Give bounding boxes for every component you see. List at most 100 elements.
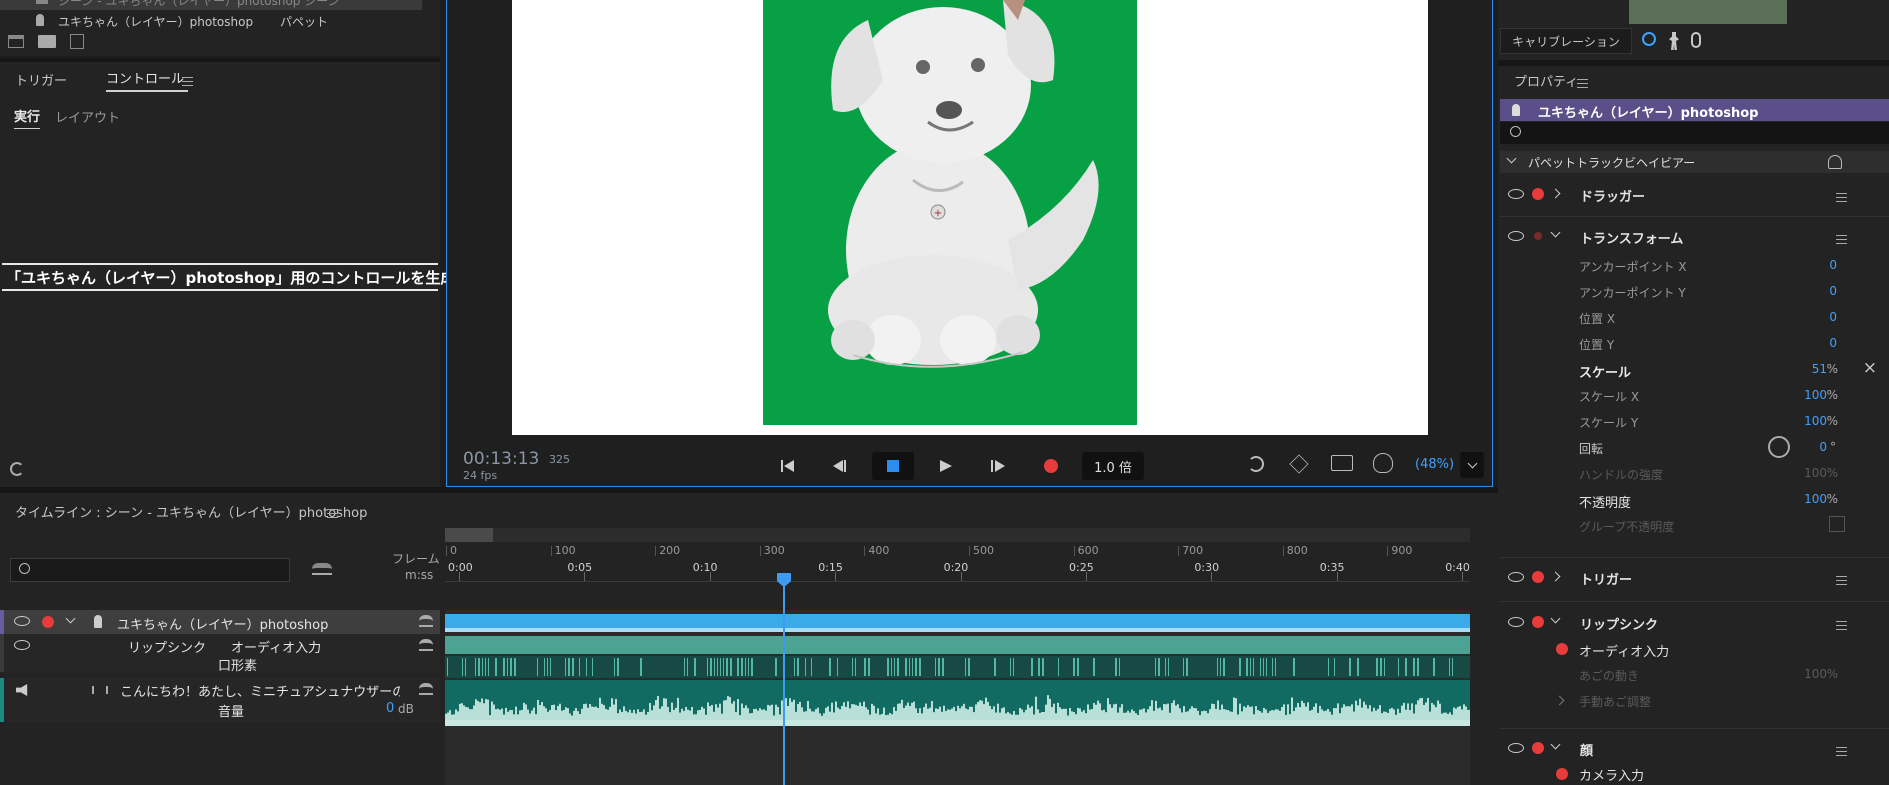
param-row[interactable]: アンカーポイント X 0 [1498, 254, 1889, 280]
subtab-run[interactable]: 実行 [14, 106, 41, 129]
volume-value[interactable]: 0 [386, 701, 394, 716]
eye-icon[interactable] [1508, 743, 1524, 753]
menu-icon[interactable] [182, 77, 193, 86]
record-arm-icon[interactable] [1532, 571, 1544, 583]
chevron-right-icon[interactable] [1550, 571, 1561, 582]
eye-icon[interactable] [1508, 189, 1524, 199]
chevron-down-icon[interactable] [1550, 739, 1561, 750]
solo-icon[interactable] [419, 683, 433, 695]
menu-icon[interactable] [1836, 235, 1847, 244]
rotation-dial-icon[interactable] [1768, 436, 1790, 458]
viseme-clip[interactable] [445, 656, 1470, 678]
chevron-right-icon[interactable] [1554, 695, 1565, 706]
chevron-right-icon[interactable] [1550, 188, 1561, 199]
tab-control[interactable]: コントロール [106, 68, 189, 92]
manual-jaw-row[interactable]: 手動あご調整 [1500, 689, 1889, 713]
record-button[interactable] [1031, 452, 1071, 480]
param-row[interactable]: 位置 Y 0 [1498, 332, 1889, 358]
behavior-lipsync[interactable]: リップシンク [1500, 607, 1889, 637]
microphone-icon[interactable] [1691, 32, 1701, 48]
menu-icon[interactable] [1836, 576, 1847, 585]
eye-icon[interactable] [1508, 572, 1524, 582]
tab-trigger[interactable]: トリガー [15, 70, 67, 89]
face-camera-input-row[interactable]: カメラ入力 [1500, 763, 1889, 785]
eye-icon[interactable] [14, 640, 30, 650]
eye-icon[interactable] [1508, 231, 1524, 241]
audio-waveform-clip[interactable] [445, 680, 1471, 726]
puppet-clip[interactable] [445, 614, 1470, 632]
menu-icon[interactable] [1836, 621, 1847, 630]
param-row[interactable]: アンカーポイント Y 0 [1498, 280, 1889, 306]
scroll-thumb[interactable] [445, 528, 493, 542]
playhead[interactable] [783, 573, 785, 785]
puppet-artwork[interactable]: + [763, 0, 1137, 425]
behavior-trigger[interactable]: トリガー [1500, 562, 1889, 592]
subtab-layout[interactable]: レイアウト [55, 107, 120, 126]
chevron-down-icon[interactable] [1550, 613, 1561, 624]
solo-icon[interactable] [419, 615, 433, 627]
add-track-icon[interactable] [312, 563, 332, 575]
chevron-down-icon[interactable] [65, 613, 76, 624]
scroll-bar[interactable] [445, 528, 1470, 542]
param-row[interactable]: 不透明度 100 % [1498, 488, 1889, 514]
calibration-button[interactable]: キャリブレーション [1500, 28, 1632, 54]
behavior-dragger[interactable]: ドラッガー [1500, 179, 1889, 209]
track-header-audio[interactable]: こんにちわ！あたし、ミニチュアシュナウザーの ... 音量 0 dB [0, 678, 440, 722]
zoom-level[interactable]: (48%) [1415, 457, 1454, 472]
speaker-icon[interactable] [16, 684, 28, 696]
zoom-dropdown-button[interactable] [1460, 452, 1484, 478]
body-tracking-icon[interactable] [1669, 32, 1679, 50]
new-item-icon[interactable] [70, 34, 84, 49]
param-row[interactable]: 回転 0 ° [1498, 436, 1889, 462]
menu-icon[interactable] [1577, 79, 1588, 88]
render-icon[interactable] [1289, 454, 1309, 474]
track-header-lipsync[interactable]: リップシンク オーディオ入力 口形素 [0, 634, 440, 674]
generate-controls-button[interactable]: 「ユキちゃん（レイヤー）photoshop」用のコントロールを生成 [2, 263, 455, 291]
webcam-icon[interactable] [1642, 32, 1656, 46]
record-arm-icon[interactable] [1532, 188, 1544, 200]
go-to-start-button[interactable] [768, 452, 808, 480]
stop-button[interactable] [872, 452, 914, 480]
step-forward-button[interactable] [978, 452, 1018, 480]
record-arm-icon[interactable] [1534, 232, 1542, 240]
step-back-button[interactable] [820, 452, 860, 480]
menu-icon[interactable] [1836, 747, 1847, 756]
record-arm-icon[interactable] [42, 616, 54, 628]
behavior-section-header[interactable]: パペットトラックビヘイビアー [1500, 151, 1889, 173]
playback-speed[interactable]: 1.0 倍 [1082, 452, 1144, 480]
chevron-down-icon[interactable] [1550, 227, 1561, 238]
time-ruler[interactable]: 0 100 200 300 400 500 600 700 800 900 0:00 0:05 0:1… [445, 542, 1470, 582]
track-header-puppet[interactable]: ユキちゃん（レイヤー）photoshop [0, 610, 440, 634]
loop-icon[interactable] [1248, 456, 1264, 472]
properties-search-input[interactable] [1500, 122, 1889, 144]
close-icon[interactable]: × [1863, 358, 1877, 378]
param-row[interactable]: 位置 X 0 [1498, 306, 1889, 332]
audio-input-clip[interactable] [445, 636, 1470, 654]
play-button[interactable] [926, 452, 966, 480]
eye-icon[interactable] [1508, 617, 1524, 627]
menu-icon[interactable] [1836, 193, 1847, 202]
record-arm-icon[interactable] [1532, 742, 1544, 754]
menu-icon[interactable] [327, 509, 338, 518]
refresh-icon[interactable] [10, 462, 24, 476]
param-row[interactable]: スケール X 100 % [1498, 384, 1889, 410]
timeline-search-input[interactable] [10, 558, 290, 582]
param-row[interactable]: スケール 51 % × [1498, 358, 1889, 384]
behavior-face[interactable]: 顔 [1500, 733, 1889, 763]
record-arm-icon[interactable] [1532, 616, 1544, 628]
cast-icon[interactable] [1331, 455, 1353, 471]
group-opacity-checkbox[interactable] [1829, 516, 1845, 532]
folder-icon[interactable] [38, 35, 56, 48]
clapper-icon[interactable] [8, 35, 24, 48]
solo-icon[interactable] [419, 639, 433, 651]
layer-row[interactable]: ユキちゃん（レイヤー）photoshop パペット [0, 10, 422, 29]
layer-row-partial[interactable]: シーン - ユキちゃん（レイヤー）photoshop シーン [0, 0, 422, 10]
behavior-transform[interactable]: トランスフォーム [1500, 221, 1889, 251]
playhead-handle[interactable] [777, 573, 791, 587]
param-row[interactable]: スケール Y 100 % [1498, 410, 1889, 436]
eye-icon[interactable] [14, 616, 30, 626]
lipsync-audio-input-row[interactable]: オーディオ入力 [1500, 637, 1889, 661]
record-arm-icon[interactable] [1556, 768, 1568, 780]
add-behavior-icon[interactable] [1828, 155, 1842, 169]
face-tracking-icon[interactable] [1373, 453, 1393, 473]
